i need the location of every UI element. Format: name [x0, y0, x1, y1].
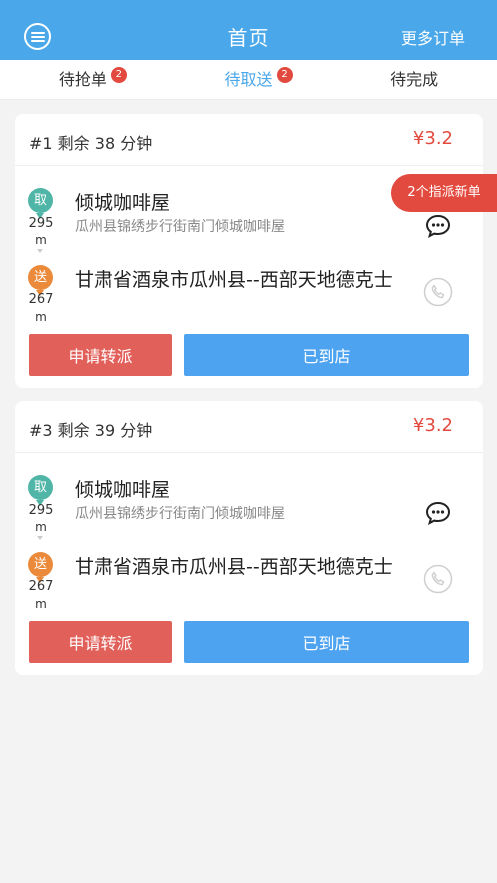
assigned-orders-tag[interactable]: 2个指派新单 [391, 174, 497, 212]
order-card: #1 剩余 38 分钟 ¥3.2 取 295 m 倾城咖啡屋 瓜州县锦绣步行街南… [15, 114, 483, 388]
request-transfer-button[interactable]: 申请转派 [29, 621, 172, 663]
deliver-distance-unit: m [35, 597, 47, 611]
tab-to-complete[interactable]: 待完成 [331, 60, 497, 99]
deliver-distance: 267 [28, 579, 54, 594]
pickup-name: 倾城咖啡屋 [75, 192, 171, 214]
order-price: ¥3.2 [412, 415, 453, 436]
arrived-at-store-button[interactable]: 已到店 [184, 621, 469, 663]
deliver-pin-icon: 送 [28, 265, 53, 296]
chat-icon[interactable] [425, 214, 451, 238]
deliver-distance: 267 [28, 292, 54, 307]
pickup-distance: 295 [28, 503, 54, 518]
tab-label: 待完成 [390, 70, 439, 89]
chat-icon[interactable] [425, 501, 451, 525]
order-card-header: #3 剩余 39 分钟 ¥3.2 [15, 401, 483, 453]
pickup-distance-unit: m [35, 520, 47, 534]
deliver-name: 甘肃省酒泉市瓜州县--西部天地德克士 [75, 269, 393, 291]
deliver-pin-icon: 送 [28, 552, 53, 583]
pickup-distance-unit: m [35, 233, 47, 247]
pickup-distance: 295 [28, 216, 54, 231]
order-card-header: #1 剩余 38 分钟 ¥3.2 [15, 114, 483, 166]
deliver-distance-unit: m [35, 310, 47, 324]
phone-icon[interactable] [423, 277, 453, 307]
order-title: #3 剩余 39 分钟 [29, 421, 153, 440]
tab-badge: 2 [276, 67, 293, 83]
order-actions: 申请转派 已到店 [29, 334, 469, 376]
pickup-name: 倾城咖啡屋 [75, 479, 171, 501]
pickup-address: 瓜州县锦绣步行街南门倾城咖啡屋 [75, 219, 285, 235]
tab-to-grab[interactable]: 待抢单 2 [0, 60, 166, 99]
order-price: ¥3.2 [412, 128, 453, 149]
tab-to-deliver[interactable]: 待取送 2 [166, 60, 332, 99]
route-arrow-icon [37, 249, 43, 253]
pickup-pin-icon: 取 [28, 188, 53, 219]
tab-badge: 2 [110, 67, 127, 83]
order-tabs: 待抢单 2 待取送 2 待完成 [0, 60, 497, 100]
phone-icon[interactable] [423, 564, 453, 594]
more-orders-link[interactable]: 更多订单 [401, 25, 465, 49]
request-transfer-button[interactable]: 申请转派 [29, 334, 172, 376]
tab-label: 待抢单 [58, 70, 107, 89]
route-arrow-icon [37, 536, 43, 540]
app-header: 首页 更多订单 [0, 0, 497, 60]
arrived-at-store-button[interactable]: 已到店 [184, 334, 469, 376]
pickup-pin-icon: 取 [28, 475, 53, 506]
order-title: #1 剩余 38 分钟 [29, 134, 153, 153]
tab-label: 待取送 [224, 70, 273, 89]
order-card: #3 剩余 39 分钟 ¥3.2 取 295 m 倾城咖啡屋 瓜州县锦绣步行街南… [15, 401, 483, 675]
deliver-name: 甘肃省酒泉市瓜州县--西部天地德克士 [75, 556, 393, 578]
order-actions: 申请转派 已到店 [29, 621, 469, 663]
pickup-address: 瓜州县锦绣步行街南门倾城咖啡屋 [75, 506, 285, 522]
